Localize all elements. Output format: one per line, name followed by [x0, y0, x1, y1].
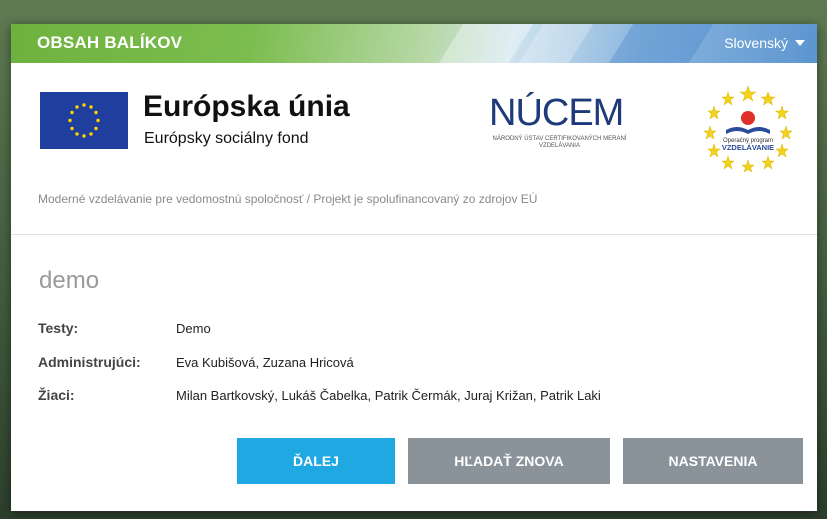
- search-again-button[interactable]: HĽADAŤ ZNOVA: [408, 438, 610, 484]
- tests-value: Demo: [176, 321, 211, 336]
- header-decor-stripe: [518, 24, 594, 63]
- package-name: demo: [39, 267, 100, 294]
- language-label: Slovenský: [724, 35, 788, 51]
- students-value: Milan Bartkovský, Lukáš Čabelka, Patrik …: [176, 388, 601, 403]
- package-dialog: OBSAH BALÍKOV Slovenský Európska únia Eu…: [11, 24, 817, 511]
- breadcrumb: Moderné vzdelávanie pre vedomostnú spolo…: [38, 192, 538, 206]
- next-button[interactable]: ĎALEJ: [237, 438, 395, 484]
- administrators-value: Eva Kubišová, Zuzana Hricová: [176, 355, 354, 370]
- eu-flag-logo: [40, 92, 128, 149]
- eu-title: Európska únia: [143, 90, 350, 123]
- dialog-title: OBSAH BALÍKOV: [37, 33, 183, 52]
- administrators-label: Administrujúci:: [38, 354, 141, 370]
- header-decor-stripe: [438, 24, 534, 63]
- nucem-logo-subtitle: NÁRODNÝ ÚSTAV CERTIFIKOVANÝCH MERANÍ VZD…: [492, 136, 627, 149]
- header-decor-stripe: [608, 24, 714, 63]
- nucem-logo: NÚCEM NÁRODNÝ ÚSTAV CERTIFIKOVANÝCH MERA…: [489, 92, 627, 152]
- language-selector[interactable]: Slovenský: [724, 35, 805, 51]
- settings-button[interactable]: NASTAVENIA: [623, 438, 803, 484]
- op-vzdelavanie-logo: Operačný program VZDELÁVANIE: [703, 84, 793, 173]
- divider: [11, 234, 817, 235]
- tests-label: Testy:: [38, 320, 79, 336]
- caret-down-icon: [795, 40, 805, 46]
- eu-subtitle: Európsky sociálny fond: [144, 130, 309, 147]
- op-logo-line2: VZDELÁVANIE: [722, 143, 774, 152]
- students-label: Žiaci:: [38, 387, 75, 403]
- nucem-logo-text: NÚCEM: [489, 92, 624, 134]
- dialog-header: OBSAH BALÍKOV Slovenský: [11, 24, 817, 63]
